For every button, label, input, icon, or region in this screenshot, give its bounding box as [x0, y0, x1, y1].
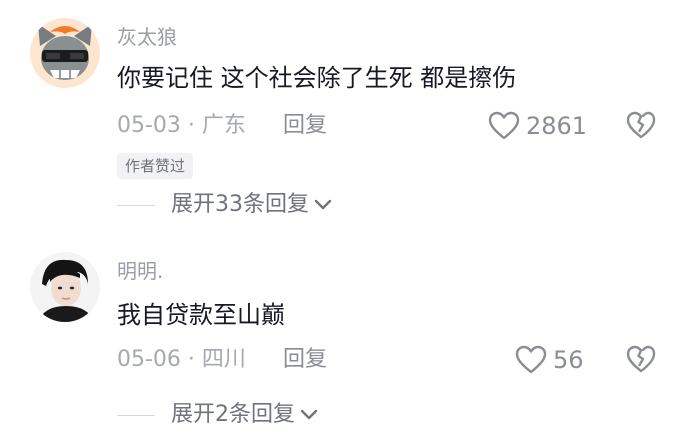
comment-meta: 05-03 · 广东 回复	[117, 112, 327, 140]
avatar[interactable]	[30, 18, 100, 88]
expand-replies-label: 展开33条回复	[171, 192, 309, 217]
username[interactable]: 明明.	[117, 259, 163, 283]
author-liked-badge: 作者赞过	[117, 153, 194, 179]
dislike-button[interactable]	[626, 344, 656, 378]
expand-replies-label: 展开2条回复	[171, 402, 295, 427]
like-button[interactable]: 2861	[488, 111, 587, 141]
username[interactable]: 灰太狼	[117, 25, 177, 49]
heart-outline-icon	[488, 111, 520, 140]
comment-date: 05-06	[117, 347, 181, 372]
meta-separator: ·	[180, 113, 202, 138]
comment-text: 你要记住 这个社会除了生死 都是擦伤	[117, 64, 517, 92]
avatar[interactable]	[30, 252, 100, 322]
comment-item: 明明. 我自贷款至山巅 05-06 · 四川 回复 56 展开2条回复	[0, 230, 690, 446]
reply-button[interactable]: 回复	[283, 347, 327, 372]
chevron-down-icon	[314, 199, 332, 210]
comment-meta: 05-06 · 四川 回复	[117, 346, 327, 374]
heart-outline-icon	[515, 345, 547, 374]
broken-heart-icon	[626, 111, 656, 139]
wolf-avatar-icon	[30, 18, 100, 88]
comment-item: 灰太狼 你要记住 这个社会除了生死 都是擦伤 05-03 · 广东 回复 286…	[0, 0, 690, 230]
meta-separator: ·	[180, 347, 202, 372]
person-avatar-icon	[30, 252, 100, 322]
like-button[interactable]: 56	[515, 345, 584, 375]
comment-location: 广东	[201, 113, 246, 138]
expand-replies-button[interactable]: 展开33条回复	[117, 191, 333, 219]
chevron-down-icon	[300, 409, 318, 420]
broken-heart-icon	[626, 345, 656, 373]
like-count: 2861	[526, 112, 588, 140]
divider-line	[117, 204, 155, 206]
expand-replies-button[interactable]: 展开2条回复	[117, 401, 319, 429]
comment-date: 05-03	[117, 113, 181, 138]
divider-line	[117, 414, 155, 416]
dislike-button[interactable]	[626, 110, 656, 144]
reply-button[interactable]: 回复	[283, 113, 327, 138]
comment-location: 四川	[201, 347, 246, 372]
comment-text: 我自贷款至山巅	[117, 301, 285, 329]
like-count: 56	[553, 346, 584, 374]
